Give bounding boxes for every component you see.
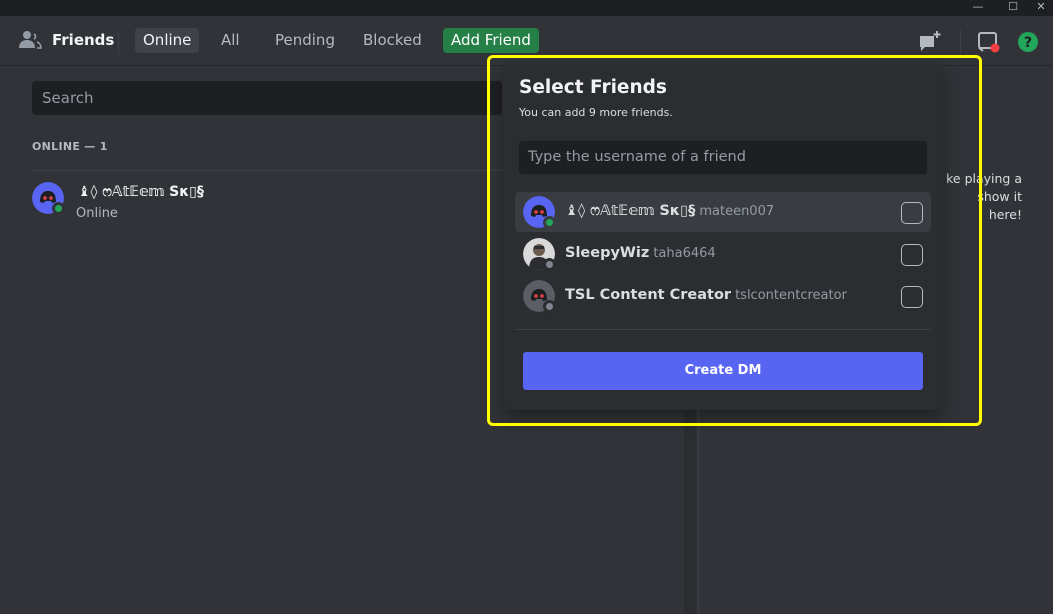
tab-blocked[interactable]: Blocked	[355, 28, 430, 53]
friends-wave-icon	[19, 31, 42, 49]
add-friend-button[interactable]: Add Friend	[443, 28, 539, 53]
header-divider	[118, 30, 119, 54]
new-group-dm-icon[interactable]	[918, 30, 942, 54]
minimize-button[interactable]: —	[963, 0, 993, 16]
tab-pending[interactable]: Pending	[267, 28, 343, 53]
header-icons-divider	[960, 30, 961, 54]
online-count-label: ONLINE — 1	[32, 140, 108, 153]
list-divider	[32, 170, 502, 171]
highlight-box	[487, 55, 982, 426]
inbox-icon[interactable]	[977, 30, 1001, 54]
window-titlebar: — ☐ ✕	[0, 0, 1053, 16]
friend-name: ♝◊ ෆ𝔸𝕥𝔼𝕖𝕞 Sκ▯§	[78, 184, 204, 200]
search-input[interactable]: Search	[32, 81, 502, 115]
tab-online[interactable]: Online	[135, 28, 200, 53]
online-status-icon	[52, 202, 65, 215]
help-icon-glyph: ?	[1024, 35, 1032, 51]
maximize-button[interactable]: ☐	[998, 0, 1028, 16]
friend-row[interactable]: ♝◊ ෆ𝔸𝕥𝔼𝕖𝕞 Sκ▯§ Online	[32, 182, 502, 222]
friends-title: Friends	[18, 30, 114, 50]
close-window-button[interactable]: ✕	[1026, 0, 1053, 16]
friend-status: Online	[76, 206, 118, 221]
page-title: Friends	[52, 31, 115, 49]
help-icon[interactable]: ?	[1016, 30, 1040, 54]
tab-all[interactable]: All	[213, 28, 248, 53]
